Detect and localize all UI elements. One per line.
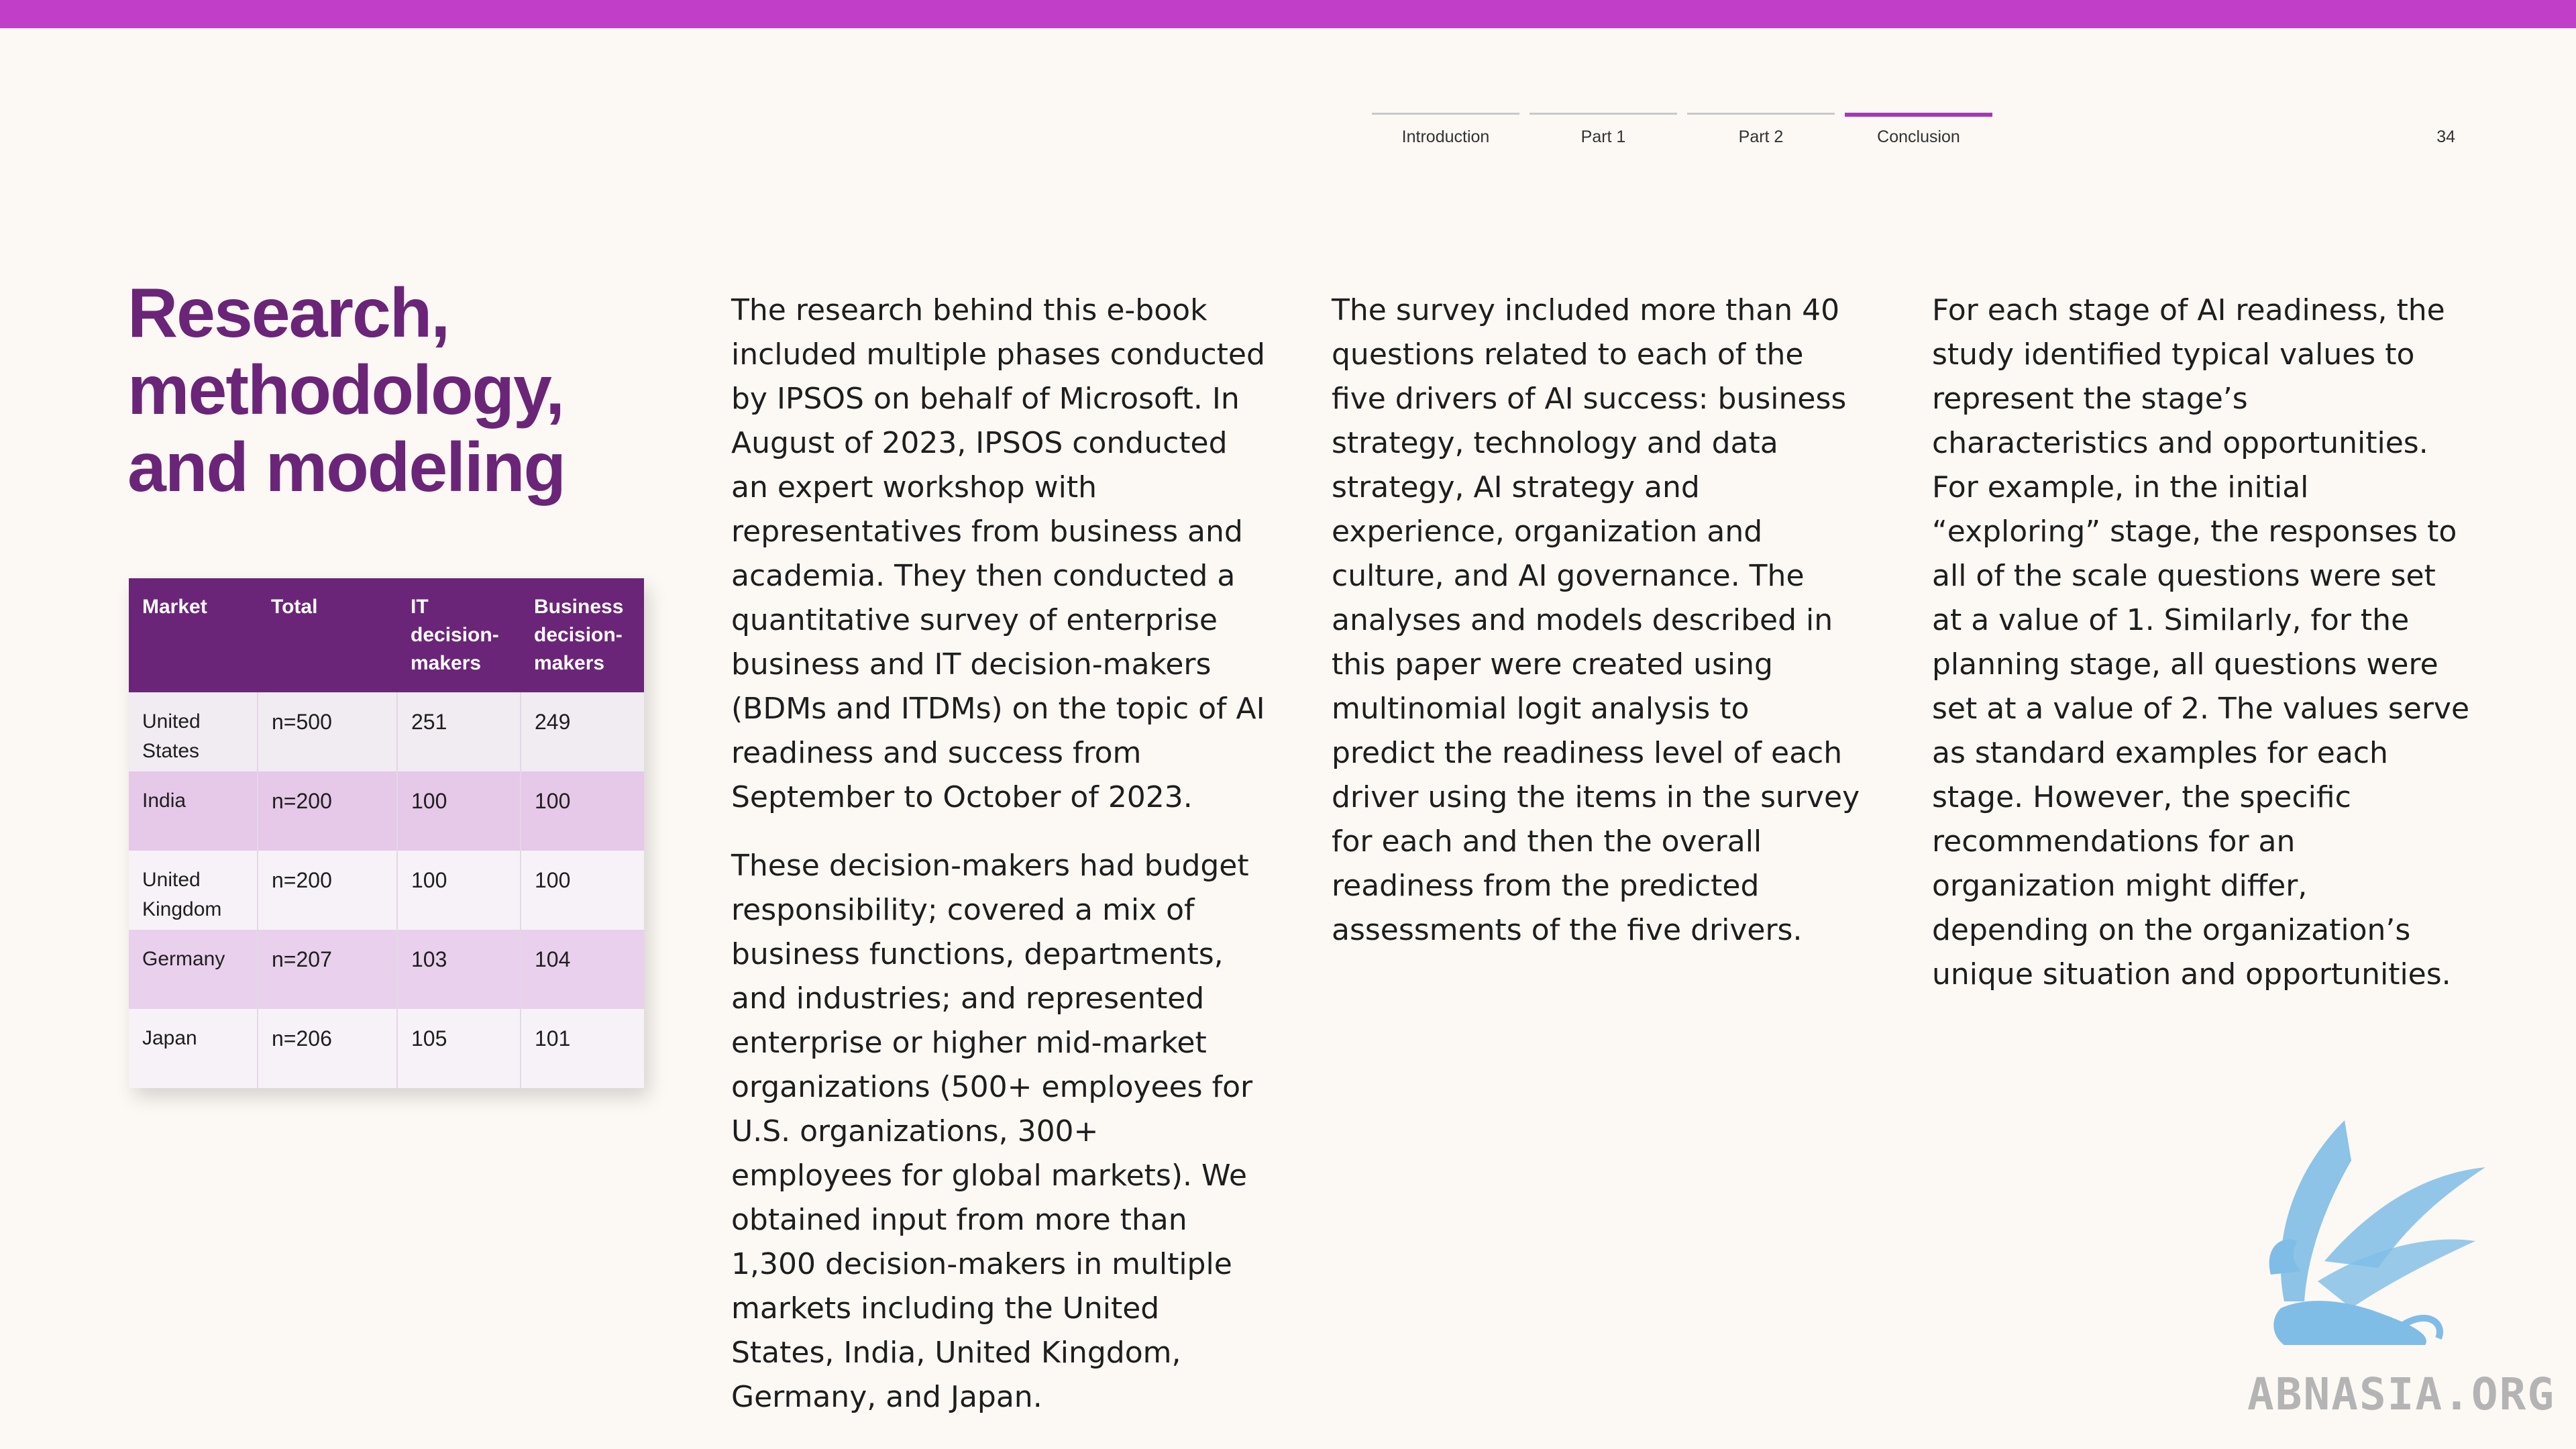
- watermark-text: ABNASIA.ORG: [2247, 1368, 2556, 1420]
- cell-business: 101: [520, 1009, 644, 1088]
- cell-it: 100: [396, 771, 521, 851]
- cell-total: n=500: [257, 692, 397, 771]
- body-paragraph: For each stage of AI readiness, the stud…: [1932, 293, 2470, 991]
- cell-business: 249: [520, 692, 644, 771]
- cell-it: 103: [396, 930, 521, 1009]
- header-it-decision-makers: IT decision-makers: [397, 578, 521, 692]
- table-header-row: Market Total IT decision-makers Business…: [129, 578, 644, 692]
- cell-market: Germany: [129, 930, 258, 1009]
- cell-market: United States: [129, 692, 258, 771]
- cell-business: 100: [520, 851, 644, 930]
- table-row: Germany n=207 103 104: [129, 930, 644, 1009]
- ebook-page: Introduction Part 1 Part 2 Conclusion 34…: [0, 0, 2576, 1449]
- body-paragraph: The survey included more than 40 questio…: [1332, 293, 1860, 947]
- cell-it: 251: [396, 692, 521, 771]
- page-number: 34: [2436, 127, 2455, 146]
- nav-tab-part-1[interactable]: Part 1: [1529, 113, 1677, 153]
- cell-market: Japan: [129, 1009, 258, 1088]
- title-line: Research,: [127, 274, 450, 352]
- table-row: Japan n=206 105 101: [129, 1009, 644, 1088]
- nav-tab-introduction[interactable]: Introduction: [1372, 113, 1519, 153]
- cell-total: n=200: [257, 851, 397, 930]
- nav-tab-conclusion[interactable]: Conclusion: [1845, 113, 1992, 153]
- table-row: United States n=500 251 249: [129, 692, 644, 771]
- cell-total: n=207: [257, 930, 397, 1009]
- cell-it: 105: [396, 1009, 521, 1088]
- header-total: Total: [258, 578, 397, 692]
- body-column-1: The research behind this e-book included…: [731, 288, 1268, 1444]
- title-line: methodology,: [127, 352, 565, 429]
- top-accent-bar: [0, 0, 2576, 28]
- table-row: India n=200 100 100: [129, 771, 644, 851]
- cell-market: India: [129, 771, 258, 851]
- header-business-decision-makers: Business decision-makers: [521, 578, 644, 692]
- cell-market: United Kingdom: [129, 851, 258, 930]
- griffin-icon: [2269, 1120, 2485, 1345]
- table-row: United Kingdom n=200 100 100: [129, 851, 644, 930]
- cell-total: n=206: [257, 1009, 397, 1088]
- cell-total: n=200: [257, 771, 397, 851]
- cell-business: 104: [520, 930, 644, 1009]
- cell-business: 100: [520, 771, 644, 851]
- cell-it: 100: [396, 851, 521, 930]
- title-line: and modeling: [127, 429, 566, 506]
- page-title: Research, methodology, and modeling: [127, 275, 678, 506]
- body-paragraph: These decision-makers had budget respons…: [731, 849, 1253, 1414]
- body-paragraph: The research behind this e-book included…: [731, 293, 1265, 814]
- market-sample-table: Market Total IT decision-makers Business…: [129, 578, 644, 1088]
- body-column-3: For each stage of AI readiness, the stud…: [1932, 288, 2472, 1021]
- nav-tab-part-2[interactable]: Part 2: [1687, 113, 1835, 153]
- header-market: Market: [129, 578, 258, 692]
- body-column-2: The survey included more than 40 questio…: [1332, 288, 1862, 977]
